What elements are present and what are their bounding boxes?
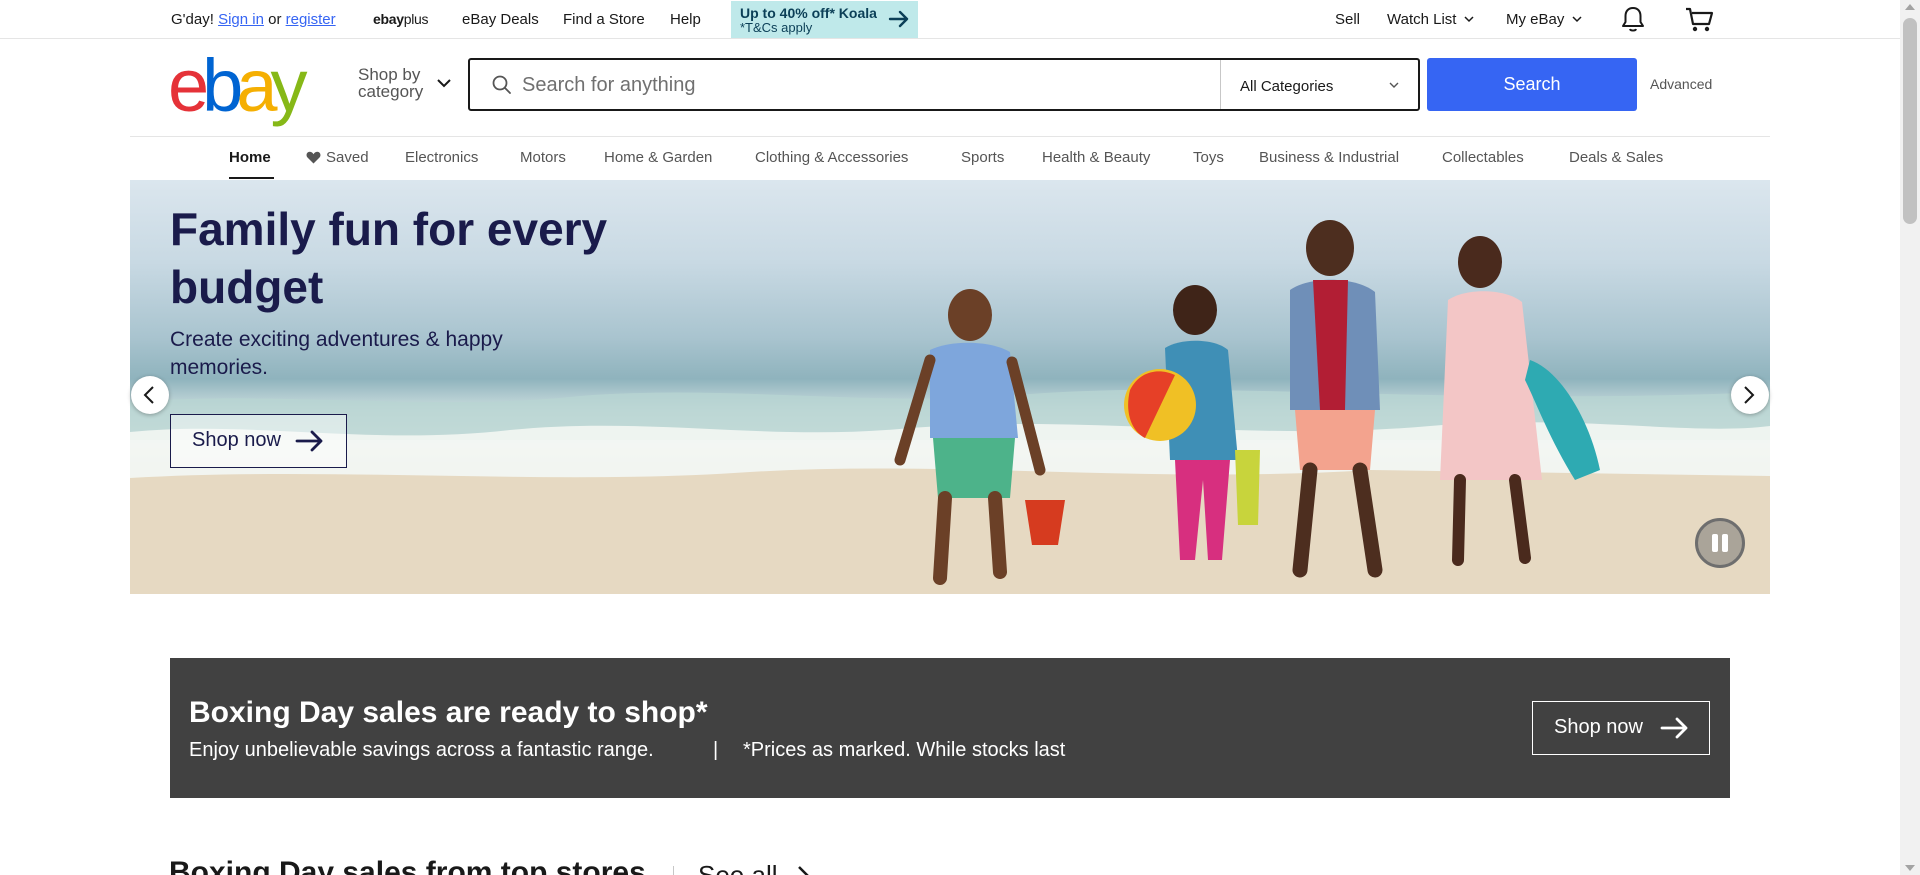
chevron-down-icon	[1572, 16, 1582, 23]
banner-subtitle: Enjoy unbelievable savings across a fant…	[189, 739, 654, 761]
nav-motors[interactable]: Motors	[520, 149, 566, 166]
chevron-left-icon	[143, 386, 154, 404]
notification-bell-icon[interactable]	[1620, 5, 1646, 33]
search-bar: All Categories	[468, 58, 1420, 111]
chevron-right-icon	[1744, 386, 1755, 404]
my-ebay-menu[interactable]: My eBay	[1506, 11, 1582, 28]
chevron-down-icon	[1464, 16, 1474, 23]
hero-subtitle: Create exciting adventures & happy memor…	[170, 328, 503, 379]
shop-by-category-button[interactable]: Shop by category	[358, 66, 423, 100]
nav-home-garden[interactable]: Home & Garden	[604, 149, 712, 166]
nav-health-beauty[interactable]: Health & Beauty	[1042, 149, 1150, 166]
nav-saved[interactable]: Saved	[326, 149, 369, 166]
category-label: category	[358, 82, 424, 101]
search-input[interactable]	[522, 72, 1222, 98]
sign-in-link[interactable]: Sign in	[218, 11, 264, 28]
chevron-down-icon[interactable]	[1389, 82, 1399, 89]
nav-business-industrial[interactable]: Business & Industrial	[1259, 149, 1399, 166]
promo-terms: *T&Cs apply	[740, 20, 813, 35]
nav-clothing-accessories[interactable]: Clothing & Accessories	[755, 149, 908, 166]
promo-headline: Up to 40% off* Koala	[740, 5, 877, 21]
nav-toys[interactable]: Toys	[1193, 149, 1224, 166]
logo-letter-e: e	[168, 44, 209, 127]
scrollbar-thumb[interactable]	[1903, 18, 1917, 224]
page-scrollbar[interactable]	[1900, 0, 1920, 875]
section-title: Boxing Day sales from top stores	[169, 856, 646, 875]
header-divider	[130, 136, 1770, 137]
greeting: G'day! Sign in or register	[171, 11, 336, 28]
nav-active-underline	[229, 177, 274, 179]
top-utility-bar: G'day! Sign in or register ebayplus eBay…	[0, 0, 1900, 39]
carousel-pause-button[interactable]	[1695, 518, 1745, 568]
banner-shop-now-button[interactable]: Shop now	[1532, 701, 1710, 755]
register-link[interactable]: register	[286, 11, 336, 28]
ebay-plus-logo-ebay: ebay	[373, 11, 404, 27]
see-all-link[interactable]: See all	[698, 860, 809, 875]
banner-cta-label: Shop now	[1554, 716, 1643, 738]
shop-by-label: Shop by	[358, 65, 421, 84]
ebay-plus-link[interactable]: ebayplus	[373, 11, 429, 27]
see-all-label: See all	[698, 860, 778, 875]
watch-list-label: Watch List	[1387, 11, 1457, 28]
logo-letter-a: a	[236, 44, 277, 127]
chevron-right-icon	[798, 866, 809, 875]
cart-icon[interactable]	[1684, 6, 1714, 33]
arrow-right-icon	[1660, 717, 1688, 739]
sell-link[interactable]: Sell	[1335, 11, 1360, 28]
scroll-up-arrow[interactable]	[1905, 4, 1915, 10]
heart-icon	[306, 151, 321, 164]
arrow-right-icon	[295, 430, 323, 452]
ebay-deals-link[interactable]: eBay Deals	[462, 11, 539, 28]
chevron-down-icon[interactable]	[436, 78, 452, 88]
hero-cta-label: Shop now	[192, 429, 281, 451]
help-link[interactable]: Help	[670, 11, 701, 28]
my-ebay-label: My eBay	[1506, 11, 1565, 28]
logo-letter-y: y	[270, 44, 307, 127]
advanced-search-link[interactable]: Advanced	[1650, 76, 1712, 92]
promo-koala-banner[interactable]: Up to 40% off* Koala *T&Cs apply	[731, 1, 918, 38]
section-divider	[673, 866, 674, 875]
banner-separator: |	[713, 739, 719, 761]
find-a-store-link[interactable]: Find a Store	[563, 11, 645, 28]
search-icon	[492, 75, 511, 94]
watch-list-menu[interactable]: Watch List	[1387, 11, 1474, 28]
logo-letter-b: b	[202, 44, 243, 127]
banner-title: Boxing Day sales are ready to shop*	[189, 696, 708, 729]
hero-shop-now-button[interactable]: Shop now	[170, 414, 347, 468]
category-select[interactable]: All Categories	[1240, 78, 1333, 95]
nav-home[interactable]: Home	[229, 149, 271, 166]
arrow-right-icon	[888, 10, 909, 28]
nav-deals-sales[interactable]: Deals & Sales	[1569, 149, 1663, 166]
scroll-down-arrow[interactable]	[1905, 865, 1915, 871]
hero-title: Family fun for every budget	[170, 203, 608, 313]
boxing-day-banner: Boxing Day sales are ready to shop* Enjo…	[170, 658, 1730, 798]
nav-collectables[interactable]: Collectables	[1442, 149, 1524, 166]
greeting-text: G'day!	[171, 11, 214, 28]
ebay-logo[interactable]: ebay	[168, 44, 307, 127]
nav-sports[interactable]: Sports	[961, 149, 1004, 166]
search-button[interactable]: Search	[1427, 58, 1637, 111]
hero-carousel: Family fun for every budget Create excit…	[130, 180, 1770, 594]
carousel-next-button[interactable]	[1731, 376, 1769, 414]
ebay-plus-logo-plus: plus	[403, 11, 429, 27]
nav-electronics[interactable]: Electronics	[405, 149, 478, 166]
or-text: or	[268, 11, 282, 28]
banner-note: *Prices as marked. While stocks last	[743, 739, 1066, 761]
carousel-previous-button[interactable]	[131, 376, 169, 414]
search-divider	[1220, 60, 1221, 109]
